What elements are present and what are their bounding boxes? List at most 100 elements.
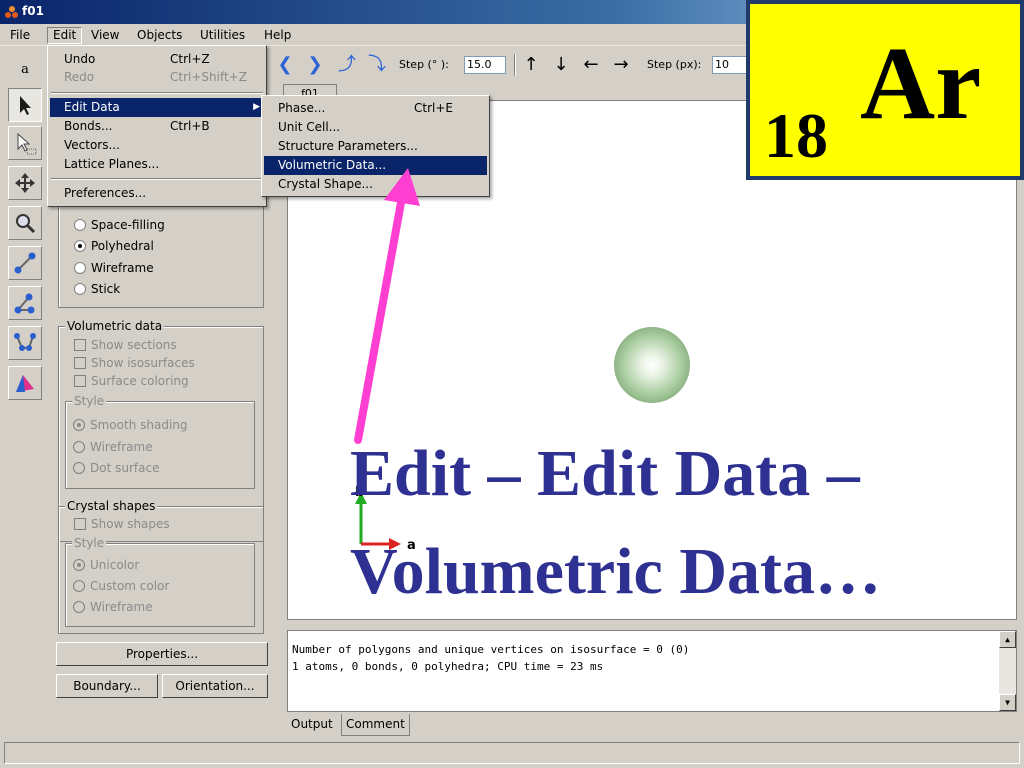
rotate-cw-icon[interactable]: ⤵	[367, 54, 387, 76]
crystal-style-title: Style	[72, 536, 107, 550]
menu-item-edit-data[interactable]: Edit Data ▶	[50, 98, 264, 117]
plane-icon	[16, 375, 34, 392]
cursor-icon	[20, 96, 31, 115]
window-title: f01	[22, 4, 44, 18]
pointer-arrow	[354, 168, 420, 444]
menu-view[interactable]: View	[85, 27, 125, 44]
vol-wireframe-radio[interactable]: Wireframe	[70, 438, 153, 456]
radio-selected-icon	[73, 559, 85, 571]
crystal-style-group: Style Unicolor Custom color Wireframe	[65, 536, 255, 627]
tab-output[interactable]: Output	[287, 714, 337, 736]
cursor-outline-icon	[17, 132, 37, 155]
checkbox-icon	[74, 375, 86, 387]
style-polyhedral[interactable]: Polyhedral	[71, 237, 154, 255]
select-tool[interactable]	[8, 88, 42, 122]
menu-item-structure-parameters[interactable]: Structure Parameters...	[264, 137, 487, 156]
arrow-up-icon[interactable]: ↑	[521, 54, 541, 76]
menu-shortcut: Ctrl+B	[170, 119, 210, 133]
axis-a-button[interactable]: a	[10, 58, 40, 82]
style-wireframe[interactable]: Wireframe	[71, 259, 154, 277]
step-deg-label: Step (° ):	[399, 58, 449, 71]
output-line: Number of polygons and unique vertices o…	[292, 643, 690, 656]
custom-color-radio[interactable]: Custom color	[70, 577, 169, 595]
menu-shortcut: Ctrl+Z	[170, 52, 210, 66]
element-symbol: Ar	[860, 26, 982, 141]
show-shapes-checkbox[interactable]: Show shapes	[71, 515, 170, 533]
element-card: 18 Ar	[746, 0, 1024, 180]
menu-help[interactable]: Help	[258, 27, 297, 44]
lattice-plane-tool[interactable]	[8, 366, 42, 400]
output-line: 1 atoms, 0 bonds, 0 polyhedra; CPU time …	[292, 660, 604, 673]
tool-strip: a	[4, 50, 46, 740]
option-label: Show isosurfaces	[91, 356, 195, 370]
caption-line-2: Volumetric Data…	[350, 535, 881, 608]
menu-file[interactable]: File	[4, 27, 36, 44]
distance-tool[interactable]	[8, 246, 42, 280]
rotate-left-icon[interactable]: ❮	[275, 54, 295, 76]
option-label: Surface coloring	[91, 374, 189, 388]
menu-item-preferences[interactable]: Preferences...	[50, 184, 264, 203]
radio-icon	[74, 219, 86, 231]
menu-item-vectors[interactable]: Vectors...	[50, 136, 264, 155]
menu-item-label: Lattice Planes...	[64, 157, 160, 171]
dot-surface-radio[interactable]: Dot surface	[70, 459, 159, 477]
surface-coloring-checkbox[interactable]: Surface coloring	[71, 372, 189, 390]
argon-atom[interactable]	[614, 327, 690, 403]
menu-item-label: Phase...	[278, 101, 326, 115]
output-scrollbar[interactable]: ▲ ▼	[999, 631, 1016, 711]
toolbar-separator	[514, 54, 516, 76]
dihedral-tool[interactable]	[8, 326, 42, 360]
menu-item-label: Edit Data	[64, 100, 120, 114]
menu-item-phase[interactable]: Phase... Ctrl+E	[264, 99, 487, 118]
menu-edit[interactable]: Edit	[47, 27, 83, 44]
rotation-toolbar: ❮ ❯ ⤴ ⤵ Step (° ): 15.0 ↑ ↓ ← → Step (px…	[265, 50, 755, 80]
magnify-tool[interactable]	[8, 206, 42, 240]
menu-item-bonds[interactable]: Bonds... Ctrl+B	[50, 117, 264, 136]
radio-icon	[73, 441, 85, 453]
output-console[interactable]: Number of polygons and unique vertices o…	[287, 630, 1017, 712]
scroll-down-icon[interactable]: ▼	[999, 694, 1016, 711]
angle-tool[interactable]	[8, 286, 42, 320]
select-region-tool[interactable]	[8, 126, 42, 160]
status-bar	[4, 742, 1020, 764]
step-deg-input[interactable]: 15.0	[464, 56, 506, 74]
radio-icon	[73, 601, 85, 613]
smooth-shading-radio[interactable]: Smooth shading	[70, 416, 188, 434]
menu-utilities[interactable]: Utilities	[194, 27, 251, 44]
crystal-shapes-group: Crystal shapes Show shapes Style Unicolo…	[58, 499, 264, 634]
menu-item-redo[interactable]: Redo Ctrl+Shift+Z	[50, 68, 264, 87]
step-px-label: Step (px):	[647, 58, 702, 71]
translate-tool[interactable]	[8, 166, 42, 200]
unicolor-radio[interactable]: Unicolor	[70, 556, 139, 574]
rotate-right-icon[interactable]: ❯	[305, 54, 325, 76]
orientation-button[interactable]: Orientation...	[162, 674, 268, 698]
tab-comment[interactable]: Comment	[341, 714, 410, 736]
menu-item-label: Undo	[64, 52, 96, 66]
option-label: Smooth shading	[90, 418, 188, 432]
option-label: Dot surface	[90, 461, 160, 475]
radio-icon	[74, 262, 86, 274]
show-isosurfaces-checkbox[interactable]: Show isosurfaces	[71, 354, 195, 372]
style-space-filling[interactable]: Space-filling	[71, 216, 165, 234]
rotate-ccw-icon[interactable]: ⤴	[337, 54, 357, 76]
menu-item-undo[interactable]: Undo Ctrl+Z	[50, 50, 264, 69]
arrow-left-icon[interactable]: ←	[581, 54, 601, 76]
show-sections-checkbox[interactable]: Show sections	[71, 336, 177, 354]
style-stick[interactable]: Stick	[71, 280, 120, 298]
menu-item-lattice-planes[interactable]: Lattice Planes...	[50, 155, 264, 174]
checkbox-icon	[74, 518, 86, 530]
option-label: Wireframe	[90, 440, 153, 454]
menu-item-unit-cell[interactable]: Unit Cell...	[264, 118, 487, 137]
scroll-up-icon[interactable]: ▲	[999, 631, 1016, 648]
arrow-down-icon[interactable]: ↓	[551, 54, 571, 76]
option-label: Space-filling	[91, 218, 165, 232]
crystal-wireframe-radio[interactable]: Wireframe	[70, 598, 153, 616]
boundary-button[interactable]: Boundary...	[56, 674, 158, 698]
properties-button[interactable]: Properties...	[56, 642, 268, 666]
menu-item-label: Vectors...	[64, 138, 120, 152]
radio-selected-icon	[73, 419, 85, 431]
arrow-right-icon[interactable]: →	[611, 54, 631, 76]
menu-shortcut: Ctrl+E	[414, 101, 453, 115]
radio-icon	[73, 580, 85, 592]
menu-objects[interactable]: Objects	[131, 27, 188, 44]
